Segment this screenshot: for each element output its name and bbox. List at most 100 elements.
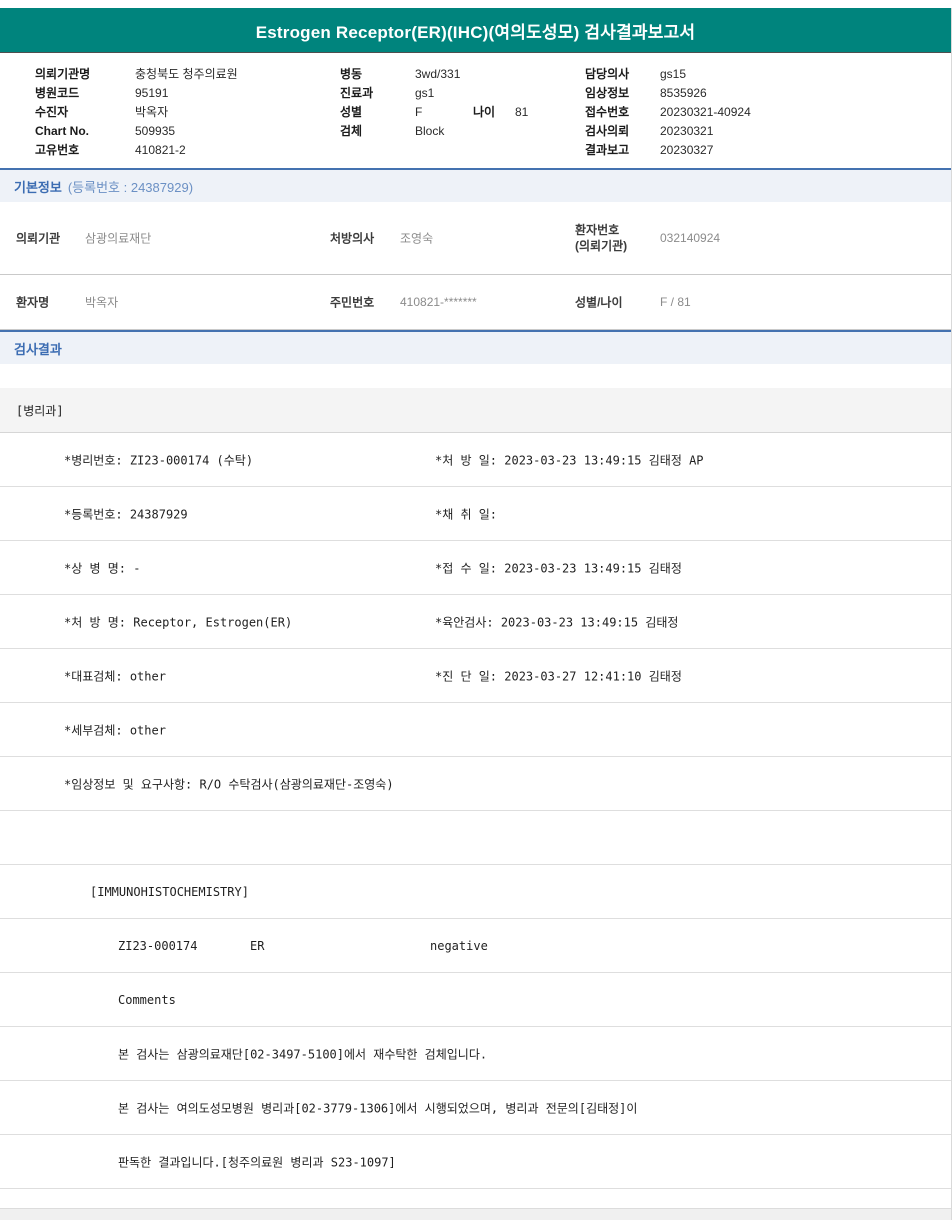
result-left-text: *등록번호: 24387929 — [64, 505, 188, 522]
section-basic-info-title: 기본정보 — [14, 177, 62, 196]
horizontal-scrollbar[interactable] — [0, 1208, 951, 1220]
prescribing-doctor-label: 처방의사 — [330, 230, 374, 247]
ihc-section-header-row: [IMMUNOHISTOCHEMISTRY] — [0, 865, 951, 919]
patient-no-value: 032140924 — [660, 231, 720, 245]
comment-line: 판독한 결과입니다.[청주의료원 병리과 S23-1097] — [118, 1153, 396, 1170]
basic-info-row-1: 의뢰기관 삼광의료재단 처방의사 조영숙 환자번호(의뢰기관) 03214092… — [0, 202, 951, 275]
meta-row: 진료과 gs1 — [340, 83, 528, 102]
meta-label: 결과보고 — [585, 141, 660, 158]
basic-info-row-2: 환자명 박옥자 주민번호 410821-******* 성별/나이 F / 81 — [0, 275, 951, 330]
meta-value-age: 81 — [515, 105, 528, 119]
sex-age-label: 성별/나이 — [575, 294, 623, 311]
result-left-text: *대표검체: other — [64, 667, 166, 684]
meta-row: 임상정보 8535926 — [585, 83, 751, 102]
section-basic-info-subtitle: (등록번호 : 24387929) — [68, 177, 193, 196]
spacer-row — [0, 811, 951, 865]
result-right-text: *접 수 일: 2023-03-23 13:49:15 김태정 — [435, 559, 682, 576]
patient-no-label-line2: (의뢰기관) — [575, 239, 627, 253]
result-right-text: *진 단 일: 2023-03-27 12:41:10 김태정 — [435, 667, 682, 684]
meta-value: 박옥자 — [135, 103, 168, 120]
referring-org-label: 의뢰기관 — [16, 230, 60, 247]
report-header-meta: 의뢰기관명 충청북도 청주의료원 병원코드 95191 수진자 박옥자 Char… — [0, 53, 951, 168]
result-row-pathology-no: *병리번호: ZI23-000174 (수탁) *처 방 일: 2023-03-… — [0, 433, 951, 487]
ihc-section-title: [IMMUNOHISTOCHEMISTRY] — [90, 885, 249, 899]
meta-value: Block — [415, 124, 444, 138]
department-name: [병리과] — [16, 402, 64, 419]
meta-column-right: 담당의사 gs15 임상정보 8535926 접수번호 20230321-409… — [585, 64, 751, 159]
resident-no-value: 410821-******* — [400, 295, 477, 309]
comment-line-row: 판독한 결과입니다.[청주의료원 병리과 S23-1097] — [0, 1135, 951, 1189]
result-row-sub-specimen: *세부검체: other — [0, 703, 951, 757]
result-right-text: *처 방 일: 2023-03-23 13:49:15 김태정 AP — [435, 451, 704, 468]
sex-age-value: F / 81 — [660, 295, 691, 309]
meta-value: 충청북도 청주의료원 — [135, 65, 238, 82]
specimen-code: ZI23-000174 — [118, 939, 197, 953]
patient-no-label: 환자번호 (의뢰기관) — [575, 222, 627, 254]
meta-label: 검체 — [340, 122, 415, 139]
meta-label: 의뢰기관명 — [35, 65, 135, 82]
meta-value: 20230321-40924 — [660, 105, 751, 119]
result-right-text: *채 취 일: — [435, 505, 497, 522]
results-gap — [0, 364, 951, 388]
meta-label: 수진자 — [35, 103, 135, 120]
meta-value: 410821-2 — [135, 143, 186, 157]
meta-label: 성별 — [340, 103, 415, 120]
meta-row: 검사의뢰 20230321 — [585, 121, 751, 140]
result-row-order-name: *처 방 명: Receptor, Estrogen(ER) *육안검사: 20… — [0, 595, 951, 649]
result-right-text: *육안검사: 2023-03-23 13:49:15 김태정 — [435, 613, 678, 630]
meta-value: gs15 — [660, 67, 686, 81]
meta-label: Chart No. — [35, 124, 135, 138]
result-row-main-specimen: *대표검체: other *진 단 일: 2023-03-27 12:41:10… — [0, 649, 951, 703]
meta-label: 병원코드 — [35, 84, 135, 101]
meta-label: 담당의사 — [585, 65, 660, 82]
comment-line-row: 본 검사는 삼광의료재단[02-3497-5100]에서 재수탁한 검체입니다. — [0, 1027, 951, 1081]
meta-row: 담당의사 gs15 — [585, 64, 751, 83]
meta-label: 임상정보 — [585, 84, 660, 101]
meta-value: 95191 — [135, 86, 168, 100]
comment-line: 본 검사는 여의도성모병원 병리과[02-3779-1306]에서 시행되었으며… — [118, 1099, 637, 1116]
meta-row: Chart No. 509935 — [35, 121, 238, 140]
comment-line-row: 본 검사는 여의도성모병원 병리과[02-3779-1306]에서 시행되었으며… — [0, 1081, 951, 1135]
comments-label-row: Comments — [0, 973, 951, 1027]
meta-value: F — [415, 105, 473, 119]
meta-row: 고유번호 410821-2 — [35, 140, 238, 159]
meta-row: 병동 3wd/331 — [340, 64, 528, 83]
report-title-bar: Estrogen Receptor(ER)(IHC)(여의도성모) 검사결과보고… — [0, 8, 951, 53]
meta-value: 509935 — [135, 124, 175, 138]
meta-value: 3wd/331 — [415, 67, 460, 81]
result-row-registration-no: *등록번호: 24387929 *채 취 일: — [0, 487, 951, 541]
test-result: negative — [430, 939, 488, 953]
meta-value: 8535926 — [660, 86, 707, 100]
result-left-text: *병리번호: ZI23-000174 (수탁) — [64, 451, 253, 468]
meta-row: 결과보고 20230327 — [585, 140, 751, 159]
meta-row: 의뢰기관명 충청북도 청주의료원 — [35, 64, 238, 83]
meta-row: 접수번호 20230321-40924 — [585, 102, 751, 121]
meta-label: 병동 — [340, 65, 415, 82]
resident-no-label: 주민번호 — [330, 294, 374, 311]
patient-name-value: 박옥자 — [85, 294, 118, 311]
comments-label: Comments — [118, 993, 176, 1007]
meta-column-left: 의뢰기관명 충청북도 청주의료원 병원코드 95191 수진자 박옥자 Char… — [35, 64, 238, 159]
result-left-text: *처 방 명: Receptor, Estrogen(ER) — [64, 613, 292, 630]
result-left-text: *임상정보 및 요구사항: R/O 수탁검사(삼광의료재단-조영숙) — [64, 775, 394, 792]
meta-row: 수진자 박옥자 — [35, 102, 238, 121]
patient-no-label-line1: 환자번호 — [575, 223, 619, 237]
lab-report-page: Estrogen Receptor(ER)(IHC)(여의도성모) 검사결과보고… — [0, 8, 952, 1220]
meta-label: 진료과 — [340, 84, 415, 101]
result-row-clinical-info: *임상정보 및 요구사항: R/O 수탁검사(삼광의료재단-조영숙) — [0, 757, 951, 811]
meta-column-middle: 병동 3wd/331 진료과 gs1 성별 F 나이 81 검체 Block — [340, 64, 528, 140]
section-results-header: 검사결과 — [0, 330, 951, 364]
meta-label: 접수번호 — [585, 103, 660, 120]
section-basic-info-header: 기본정보 (등록번호 : 24387929) — [0, 168, 951, 202]
meta-value: 20230327 — [660, 143, 713, 157]
result-left-text: *상 병 명: - — [64, 559, 140, 576]
meta-value: gs1 — [415, 86, 434, 100]
result-row-diagnosis-name: *상 병 명: - *접 수 일: 2023-03-23 13:49:15 김태… — [0, 541, 951, 595]
meta-label-age: 나이 — [473, 103, 515, 120]
comment-line: 본 검사는 삼광의료재단[02-3497-5100]에서 재수탁한 검체입니다. — [118, 1045, 487, 1062]
result-left-text: *세부검체: other — [64, 721, 166, 738]
patient-name-label: 환자명 — [16, 294, 49, 311]
section-results-title: 검사결과 — [14, 339, 62, 358]
meta-value: 20230321 — [660, 124, 713, 138]
ihc-result-row: ZI23-000174 ER negative — [0, 919, 951, 973]
